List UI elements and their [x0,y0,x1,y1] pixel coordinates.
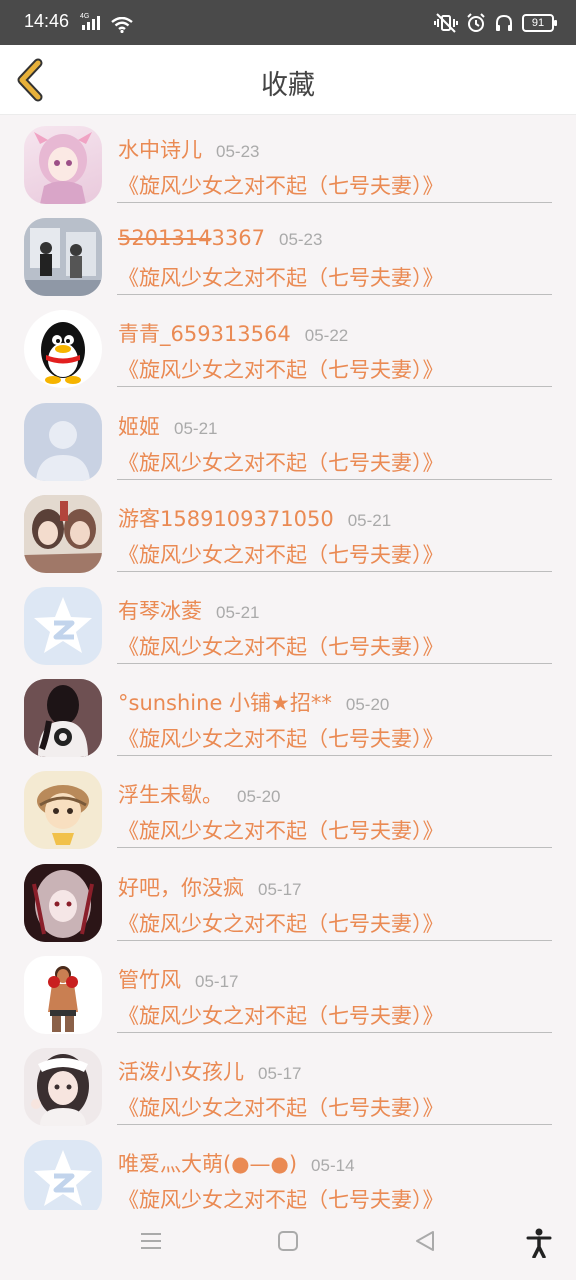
avatar [24,126,102,204]
favorite-date: 05-14 [311,1156,355,1176]
user-name: 水中诗儿 [118,138,202,162]
user-name-struck: 5201314 [118,226,212,251]
wifi-icon [111,17,133,33]
book-title[interactable]: 《旋风少女之对不起（七号夫妻）》 [118,1000,444,1030]
favorite-date: 05-17 [195,971,239,991]
divider [117,662,552,664]
app-header: 收藏 [0,45,576,115]
user-name: °sunshine 小铺★招** [118,691,332,716]
user-name: 活泼小女孩儿 [118,1059,244,1084]
book-title[interactable]: 《旋风少女之对不起（七号夫妻）》 [118,539,444,569]
divider [117,202,552,203]
avatar [24,1047,102,1126]
book-title[interactable]: 《旋风少女之对不起（七号夫妻）》 [118,908,444,938]
book-title[interactable]: 《旋风少女之对不起（七号夫妻）》 [118,723,444,753]
book-title[interactable]: 《旋风少女之对不起（七号夫妻）》 [118,1184,444,1210]
favorite-date: 05-17 [258,879,302,899]
alarm-icon [467,13,485,32]
avatar [24,586,102,665]
user-name: 好吧，你没疯 [118,875,244,900]
vibrate-mute-icon [434,13,458,33]
avatar [24,402,102,481]
battery-indicator: 91 [522,14,557,32]
list-item[interactable]: 唯爱灬大萌(●—●) 05-14 《旋风少女之对不起（七号夫妻）》 [0,1130,576,1210]
book-title[interactable]: 《旋风少女之对不起（七号夫妻）》 [118,1092,444,1122]
user-name: 浮生未歇。 [118,783,223,808]
user-name: 3367 [211,226,265,251]
favorite-date: 05-23 [278,230,323,250]
book-title[interactable]: 《旋风少女之对不起（七号夫妻）》 [118,631,444,661]
avatar [24,310,102,389]
battery-level: 91 [531,17,545,29]
divider [117,1123,552,1125]
list-item[interactable]: °sunshine 小铺★招** 05-20 《旋风少女之对不起（七号夫妻）》 [0,669,576,761]
book-title[interactable]: 《旋风少女之对不起（七号夫妻）》 [118,447,444,477]
avatar [24,863,102,942]
list-item[interactable]: 好吧，你没疯 05-17 《旋风少女之对不起（七号夫妻）》 [0,854,576,946]
avatar [24,494,102,573]
book-title[interactable]: 《旋风少女之对不起（七号夫妻）》 [118,170,444,200]
avatar [24,1140,102,1210]
user-name: 青青_659313564 [118,322,291,347]
user-name: 有琴冰菱 [118,598,202,623]
home-icon[interactable] [278,1230,298,1252]
list-item[interactable]: 52013143367 05-23 《旋风少女之对不起（七号夫妻）》 [0,208,576,300]
user-name: 姬姬 [118,414,160,439]
avatar [24,218,102,297]
book-title[interactable]: 《旋风少女之对不起（七号夫妻）》 [118,815,444,845]
headphones-icon [496,14,512,31]
favorite-date: 05-17 [258,1063,302,1083]
book-title[interactable]: 《旋风少女之对不起（七号夫妻）》 [118,262,444,292]
divider [117,386,552,388]
list-item[interactable]: 有琴冰菱 05-21 《旋风少女之对不起（七号夫妻）》 [0,577,576,669]
page-title: 收藏 [261,70,315,101]
divider [117,570,552,572]
favorites-list: 水中诗儿 05-23 《旋风少女之对不起（七号夫妻）》 52013143367 … [0,116,576,1210]
divider [117,847,552,849]
divider [117,755,552,757]
system-nav-bar [0,1210,576,1280]
menu-icon[interactable] [140,1230,162,1252]
user-name: 管竹风 [118,967,181,992]
divider [117,1031,552,1033]
avatar [24,679,102,758]
favorite-date: 05-20 [345,695,390,715]
list-item[interactable]: 活泼小女孩儿 05-17 《旋风少女之对不起（七号夫妻）》 [0,1038,576,1130]
favorite-date: 05-22 [304,326,349,346]
divider [117,478,552,480]
favorite-date: 05-21 [347,510,392,530]
status-bar: 14:46 4G 91 [0,0,576,45]
favorite-date: 05-21 [174,418,218,438]
user-name: 游客1589109371050 [118,506,334,531]
status-time: 14:46 [24,11,70,31]
list-item[interactable]: 姬姬 05-21 《旋风少女之对不起（七号夫妻）》 [0,393,576,485]
signal-icon [82,16,100,30]
list-item[interactable]: 浮生未歇。 05-20 《旋风少女之对不起（七号夫妻）》 [0,761,576,853]
divider [117,294,552,296]
divider [117,939,552,941]
favorite-date: 05-23 [216,142,260,161]
avatar [24,771,102,850]
favorite-date: 05-20 [237,787,281,807]
accessibility-icon[interactable] [526,1228,552,1258]
list-item[interactable]: 青青_659313564 05-22 《旋风少女之对不起（七号夫妻）》 [0,300,576,392]
favorite-date: 05-21 [216,602,260,622]
back-triangle-icon[interactable] [414,1230,436,1252]
list-item[interactable]: 水中诗儿 05-23 《旋风少女之对不起（七号夫妻）》 [0,116,576,208]
avatar [24,955,102,1034]
user-name: 唯爱灬大萌(●—●) [118,1152,298,1177]
list-item[interactable]: 管竹风 05-17 《旋风少女之对不起（七号夫妻）》 [0,946,576,1038]
list-item[interactable]: 游客1589109371050 05-21 《旋风少女之对不起（七号夫妻）》 [0,485,576,577]
book-title[interactable]: 《旋风少女之对不起（七号夫妻）》 [118,354,444,384]
